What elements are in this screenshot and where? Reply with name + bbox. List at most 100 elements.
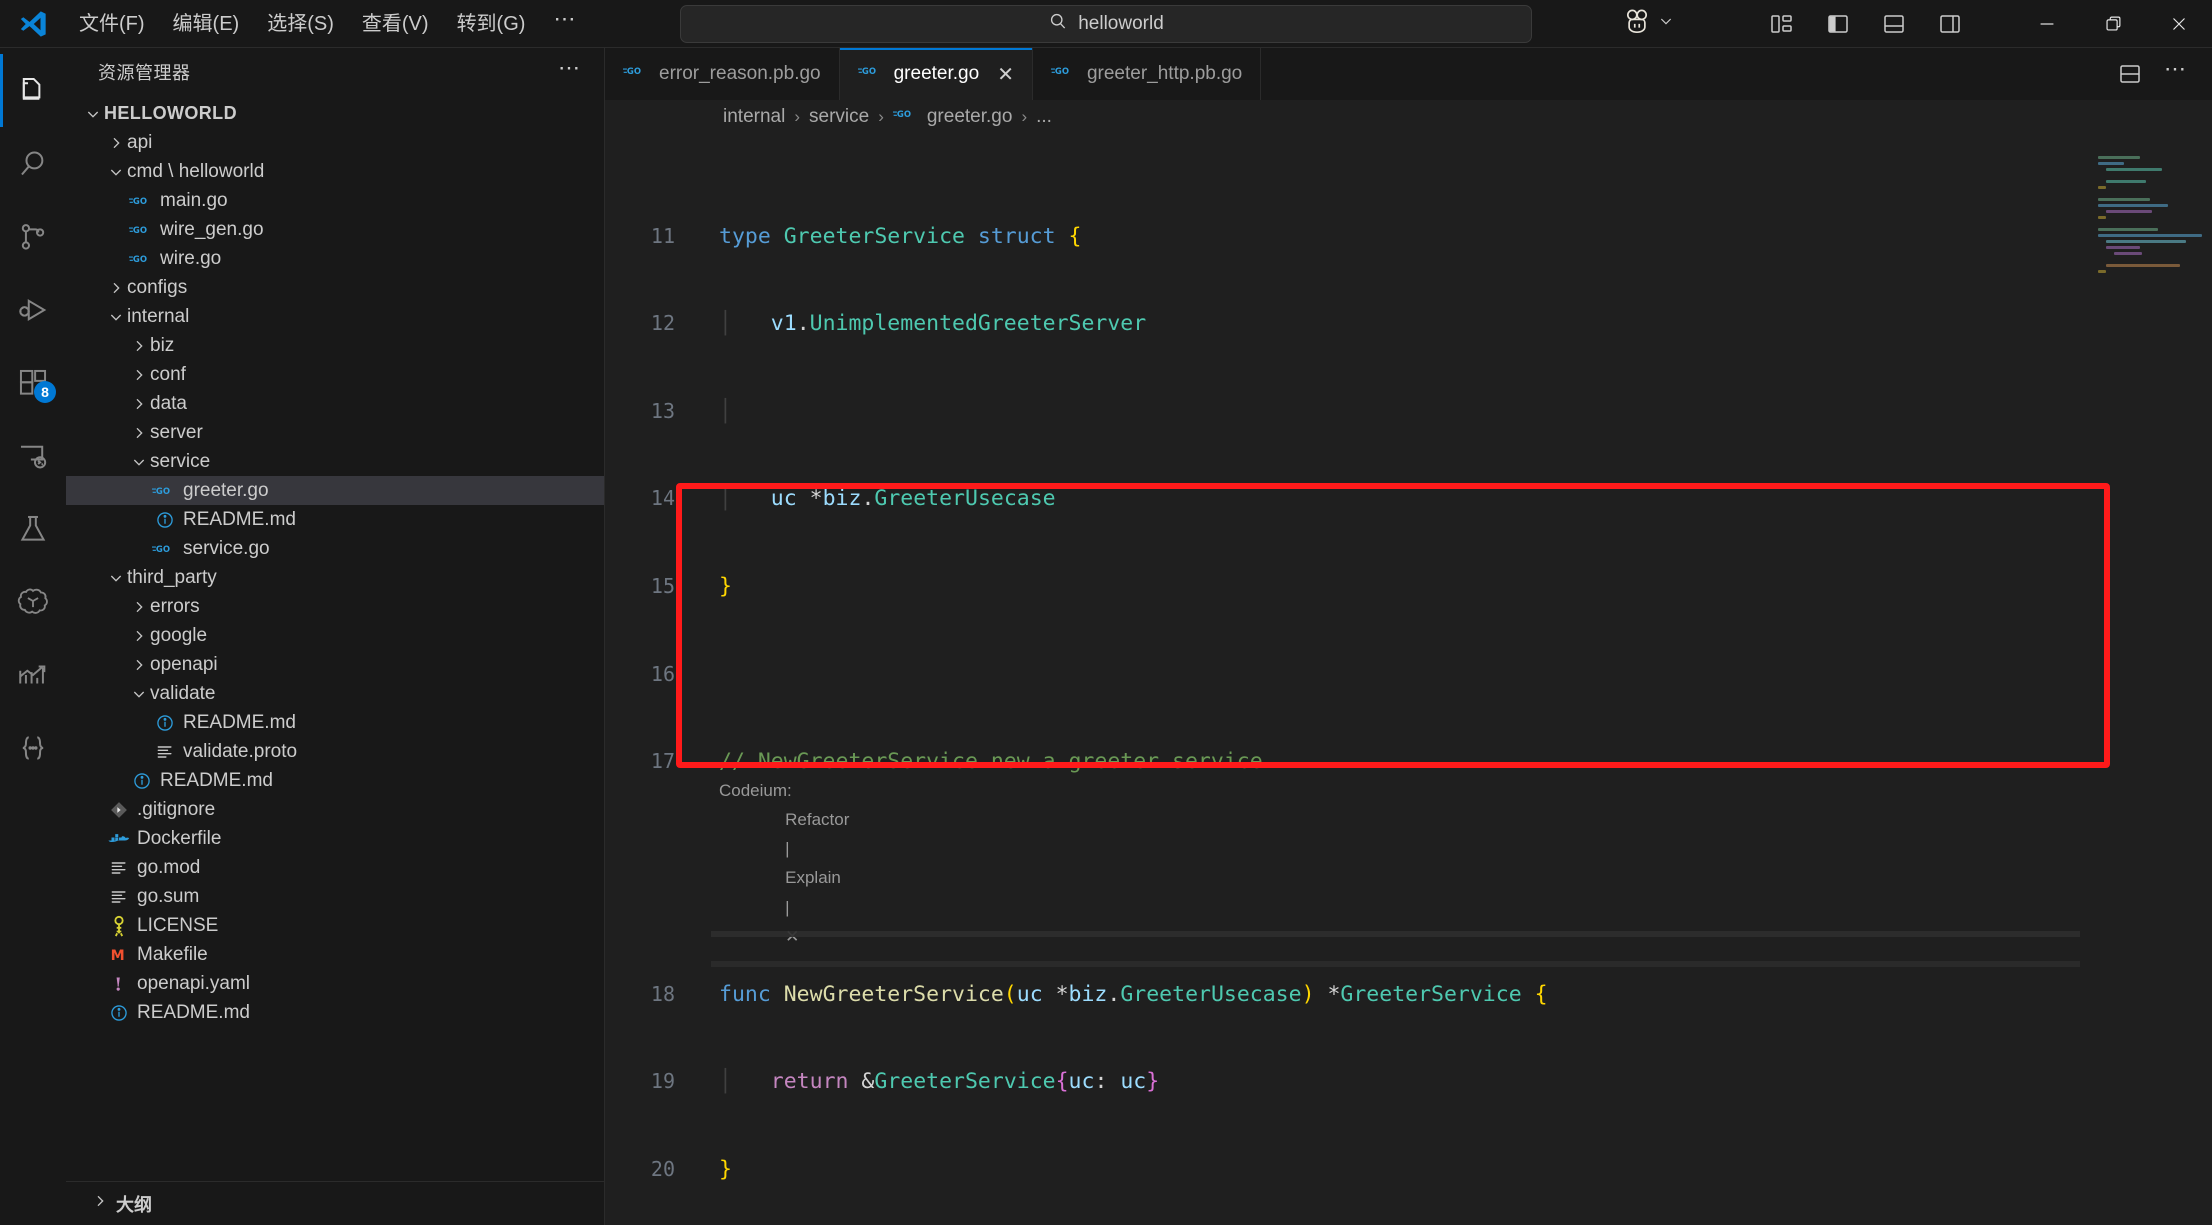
tree-file-wire-go[interactable]: GO wire.go [66,244,604,273]
tree-folder-server[interactable]: server [66,418,604,447]
svg-text:GO: GO [133,254,147,264]
tree-folder-google[interactable]: google [66,621,604,650]
activity-openai[interactable] [0,565,66,638]
tree-file-readme-md[interactable]: README.md [66,998,604,1027]
tree-folder-openapi[interactable]: openapi [66,650,604,679]
activity-analytics[interactable] [0,638,66,711]
tab-greeter-go[interactable]: GO greeter.go ✕ [839,48,1033,100]
tree-folder-cmd-helloworld[interactable]: cmd \ helloworld [66,157,604,186]
menu-selection[interactable]: 选择(S) [254,8,347,40]
tree-item-label: HELLOWORLD [104,103,237,123]
tree-folder-internal[interactable]: internal [66,302,604,331]
tree-file-gitignore[interactable]: .gitignore [66,795,604,824]
horizontal-scrollbar-track[interactable] [711,961,2080,967]
chevron-right-icon[interactable] [128,367,150,383]
tree-file-readme-md[interactable]: README.md [66,766,604,795]
tree-root-helloworld[interactable]: HELLOWORLD [66,99,604,128]
tree-folder-third-party[interactable]: third_party [66,563,604,592]
breadcrumb-item-service[interactable]: service [809,106,869,128]
more-editor-actions-icon[interactable]: ⋯ [2156,54,2196,94]
chevron-down-icon[interactable] [105,570,127,586]
tree-file-main-go[interactable]: GO main.go [66,186,604,215]
breadcrumb-item-symbol[interactable]: ... [1036,106,1052,128]
chevron-right-icon[interactable] [105,280,127,296]
close-icon[interactable]: ✕ [997,62,1014,87]
chevron-right-icon[interactable] [128,657,150,673]
activity-search[interactable] [0,127,66,200]
chevron-right-icon[interactable] [128,628,150,644]
chevron-down-icon[interactable] [105,164,127,180]
codelens-explain[interactable]: Explain [785,868,841,887]
tree-file-wire-gen-go[interactable]: GO wire_gen.go [66,215,604,244]
outline-section-header[interactable]: 大纲 [66,1181,604,1225]
menu-more[interactable]: ⋯ [540,5,590,41]
menu-file[interactable]: 文件(F) [66,8,158,40]
tree-folder-data[interactable]: data [66,389,604,418]
maximize-restore-button[interactable] [2080,0,2146,48]
tree-folder-conf[interactable]: conf [66,360,604,389]
chevron-down-icon[interactable] [105,309,127,325]
activity-extensions[interactable]: 8 [0,346,66,419]
tree-file-validate-proto[interactable]: validate.proto [66,737,604,766]
search-container: helloworld [680,4,1532,43]
chevron-right-icon[interactable] [128,396,150,412]
menu-view[interactable]: 查看(V) [349,8,442,40]
breadcrumb-item-greeter-go[interactable]: GO greeter.go [892,106,1012,128]
tree-file-makefile[interactable]: M Makefile [66,940,604,969]
codeium-status-button[interactable] [1622,6,1674,41]
go-icon: GO [623,63,649,85]
more-actions-icon[interactable]: ⋯ [558,55,582,90]
tree-folder-validate[interactable]: validate [66,679,604,708]
tree-file-readme-md[interactable]: README.md [66,708,604,737]
codelens-text[interactable]: Codeium: Refactor | Explain | ✕ [703,776,849,980]
toggle-panel-icon[interactable] [1870,4,1918,44]
tree-file-greeter-go[interactable]: GO greeter.go [66,476,604,505]
menu-go[interactable]: 转到(G) [444,8,539,40]
svg-text:GO: GO [133,196,147,206]
tree-file-go-mod[interactable]: go.mod [66,853,604,882]
tab-greeter-http-pb-go[interactable]: GO greeter_http.pb.go [1032,48,1262,100]
line-text: func NewGreeterService(uc *biz.GreeterUs… [719,981,1548,1007]
activity-run-debug[interactable] [0,273,66,346]
close-button[interactable] [2146,0,2212,48]
toggle-secondary-sidebar-icon[interactable] [1926,4,1974,44]
chevron-down-icon[interactable] [128,686,150,702]
tree-file-dockerfile[interactable]: Dockerfile [66,824,604,853]
tree-file-go-sum[interactable]: go.sum [66,882,604,911]
activity-testing[interactable] [0,492,66,565]
breadcrumb-item-internal[interactable]: internal [723,106,785,128]
horizontal-scrollbar[interactable] [711,931,2080,937]
chevron-right-icon[interactable] [128,599,150,615]
tree-folder-configs[interactable]: configs [66,273,604,302]
codelens-refactor[interactable]: Refactor [785,810,849,829]
chevron-right-icon[interactable] [105,135,127,151]
chevron-right-icon[interactable] [128,425,150,441]
chevron-down-icon[interactable] [128,454,150,470]
activity-source-control[interactable] [0,200,66,273]
activity-remote-explorer[interactable] [0,419,66,492]
split-editor-right-icon[interactable] [2110,54,2150,94]
chevron-right-icon[interactable] [128,338,150,354]
customize-layout-icon[interactable] [1758,4,1806,44]
chevron-down-icon[interactable] [82,106,104,122]
menu-edit[interactable]: 编辑(E) [160,8,253,40]
line-number: 16 [650,661,675,686]
activity-json-tools[interactable] [0,711,66,784]
minimize-button[interactable] [2014,0,2080,48]
activity-explorer[interactable] [0,54,66,127]
code-editor[interactable]: 11 type GreeterService struct { 12 │ v1.… [605,134,2212,1225]
tree-folder-errors[interactable]: errors [66,592,604,621]
tree-file-service-go[interactable]: GO service.go [66,534,604,563]
tree-file-openapi-yaml[interactable]: ! openapi.yaml [66,969,604,998]
tree-file-license[interactable]: LICENSE [66,911,604,940]
tab-error-reason-pb-go[interactable]: GO error_reason.pb.go [605,48,840,100]
code-line: 13 │ [605,397,2212,426]
toggle-primary-sidebar-icon[interactable] [1814,4,1862,44]
tree-folder-biz[interactable]: biz [66,331,604,360]
tree-file-readme-md[interactable]: README.md [66,505,604,534]
tree-folder-service[interactable]: service [66,447,604,476]
tree-folder-api[interactable]: api [66,128,604,157]
breadcrumb-label: internal [723,106,786,127]
search-input[interactable]: helloworld [680,4,1532,43]
breadcrumb-label: service [809,106,870,127]
